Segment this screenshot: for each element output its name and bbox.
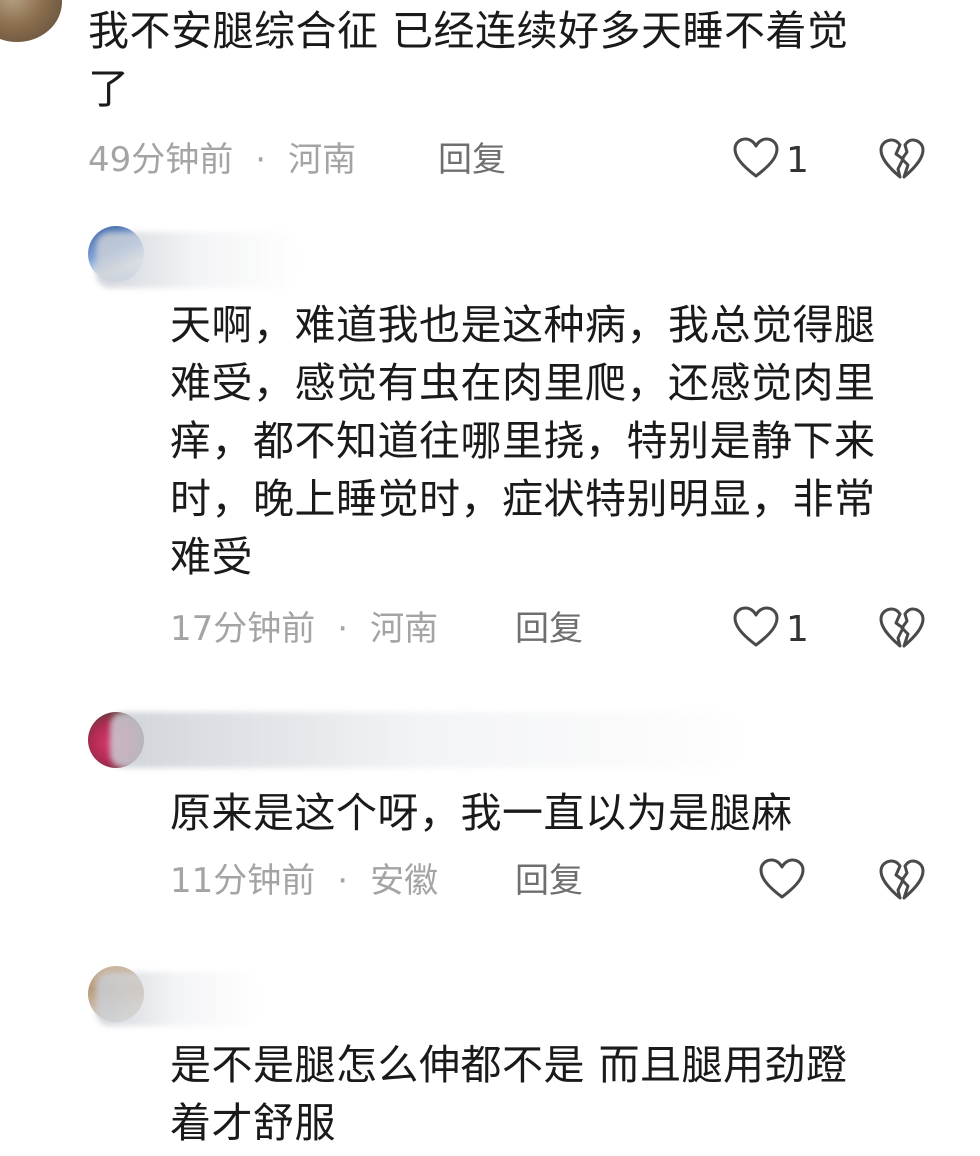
reply-button[interactable]: 回复 [515,606,583,652]
comment-line: 是不是腿怎么伸都不是 而且腿用劲蹬 [170,1041,848,1089]
reply-button[interactable]: 回复 [515,858,583,904]
like-button[interactable]: 1 [732,606,809,652]
comment-text: 原来是这个呀，我一直以为是腿麻 [170,784,960,842]
dislike-button[interactable] [878,606,926,654]
like-count: 1 [786,139,809,181]
comment-line: 着才舒服 [170,1099,336,1147]
comment-line: 了 [88,65,130,113]
broken-heart-icon [878,606,926,654]
heart-outline-icon [732,605,780,653]
comment-line: 难受 [170,533,253,581]
comment-meta: 49分钟前 · 河南 [88,137,356,183]
username-redacted [110,712,740,768]
reply-button[interactable]: 回复 [438,137,506,183]
separator-dot: · [255,140,267,180]
username-redacted [96,232,296,288]
timestamp: 17分钟前 [170,609,316,649]
broken-heart-icon [878,858,926,906]
comment-meta: 17分钟前 · 河南 [170,606,438,652]
dislike-button[interactable] [878,137,926,185]
timestamp: 49分钟前 [88,140,234,180]
username-redacted [96,972,256,1026]
heart-outline-icon [758,857,806,905]
comment-line: 天啊，难道我也是这种病，我总觉得腿 [170,301,876,349]
comment-text: 我不安腿综合征 已经连续好多天睡不着觉 了 [88,2,968,118]
dislike-button[interactable] [878,858,926,906]
timestamp: 11分钟前 [170,861,316,901]
comment-line: 痒，都不知道往哪里挠，特别是静下来 [170,417,876,465]
heart-outline-icon [732,136,780,184]
avatar[interactable] [0,0,62,42]
comment-line: 我不安腿综合征 已经连续好多天睡不着觉 [88,7,849,55]
comment-line: 难受，感觉有虫在肉里爬，还感觉肉里 [170,359,876,407]
broken-heart-icon [878,137,926,185]
like-button[interactable]: 1 [732,137,809,183]
location: 安徽 [370,861,439,901]
comment-text: 天啊，难道我也是这种病，我总觉得腿 难受，感觉有虫在肉里爬，还感觉肉里 痒，都不… [170,296,960,586]
like-button[interactable] [758,858,812,904]
separator-dot: · [337,861,349,901]
location: 河南 [370,609,439,649]
separator-dot: · [337,609,349,649]
comment-line: 原来是这个呀，我一直以为是腿麻 [170,789,793,837]
comment-meta: 11分钟前 · 安徽 [170,858,438,904]
comment-text: 是不是腿怎么伸都不是 而且腿用劲蹬 着才舒服 [170,1036,960,1152]
location: 河南 [288,140,357,180]
like-count: 1 [786,608,809,650]
comment-line: 时，晚上睡觉时，症状特别明显，非常 [170,475,876,523]
